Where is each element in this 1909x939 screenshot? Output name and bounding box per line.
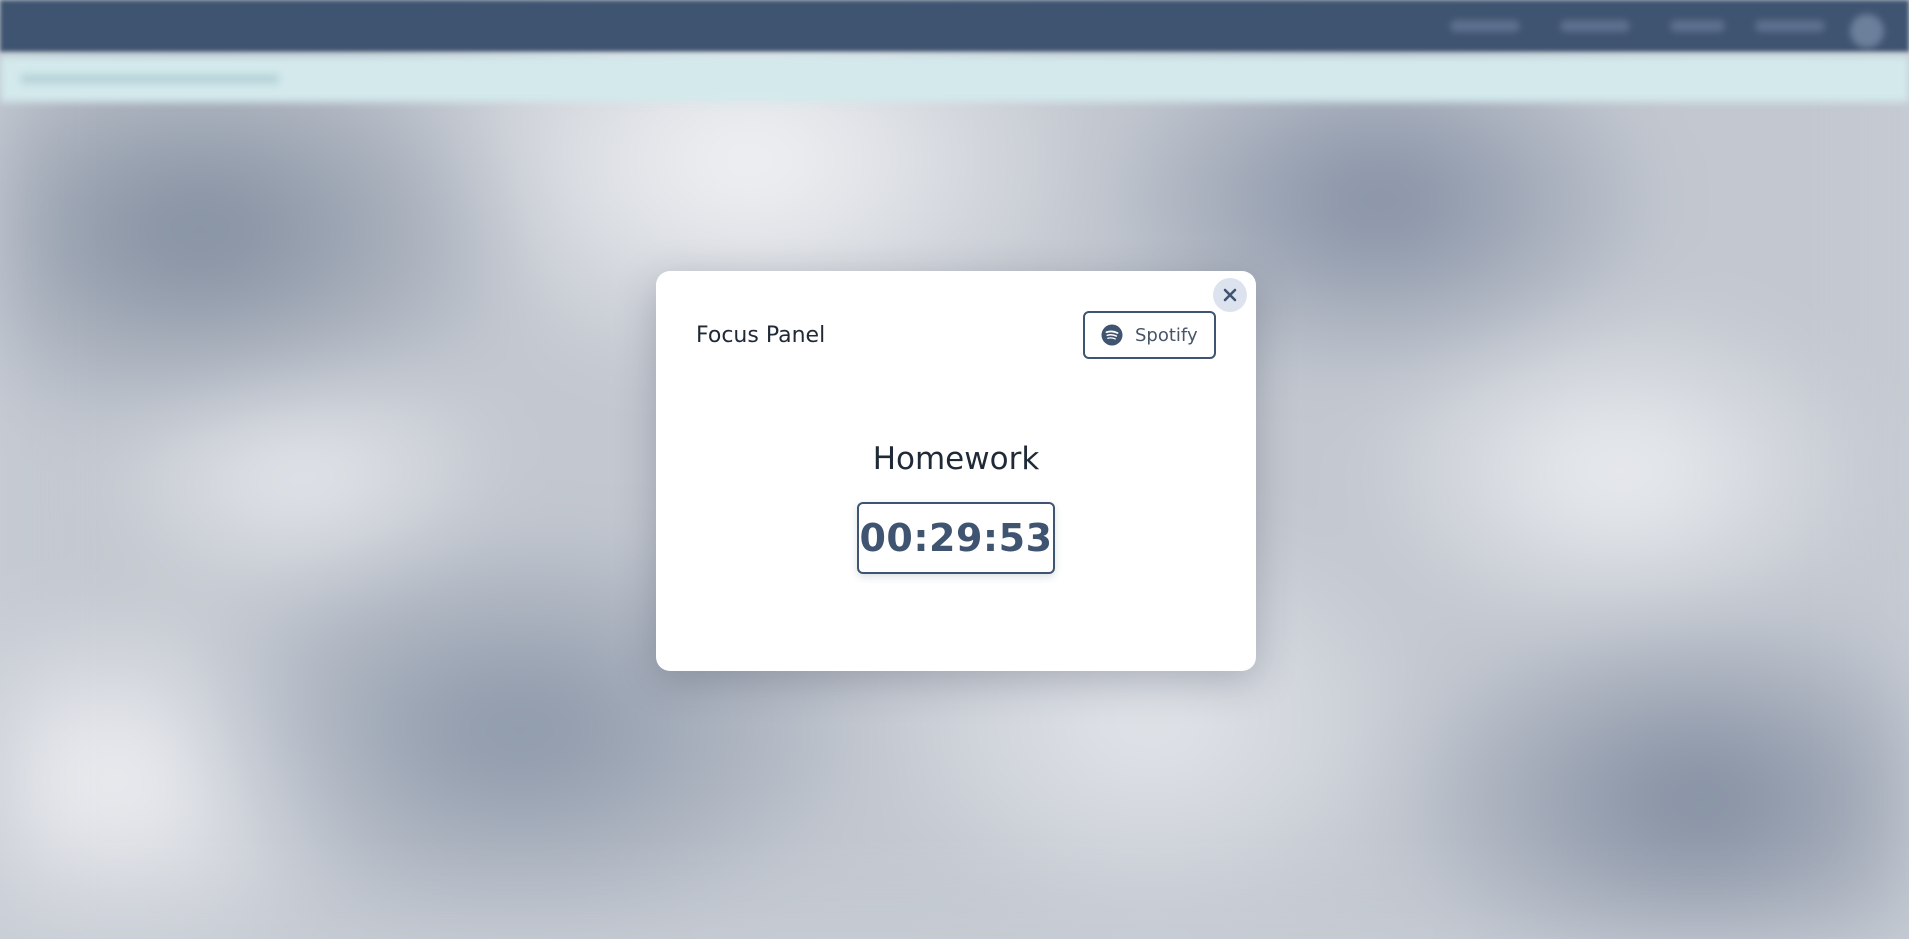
blurred-top-navbar: [0, 0, 1909, 52]
modal-title: Focus Panel: [696, 323, 826, 348]
task-title: Homework: [872, 441, 1040, 477]
blurred-nav-item: [1450, 20, 1520, 32]
page: Focus Panel Spotify Homework 00:29:53: [0, 0, 1909, 939]
close-button[interactable]: [1213, 278, 1247, 312]
blurred-sub-bar: [0, 56, 1909, 102]
timer-display: 00:29:53: [857, 502, 1055, 574]
spotify-button[interactable]: Spotify: [1083, 311, 1216, 359]
blurred-nav-item: [1670, 20, 1725, 32]
focus-panel-modal: Focus Panel Spotify Homework 00:29:53: [656, 271, 1256, 671]
blurred-avatar: [1850, 14, 1884, 48]
close-icon: [1223, 288, 1237, 302]
spotify-button-label: Spotify: [1135, 324, 1198, 346]
timer-value: 00:29:53: [859, 516, 1053, 560]
blurred-nav-item: [1755, 20, 1825, 32]
spotify-icon: [1101, 324, 1123, 346]
blurred-sub-bar-text: [20, 74, 280, 84]
blurred-nav-item: [1560, 20, 1630, 32]
